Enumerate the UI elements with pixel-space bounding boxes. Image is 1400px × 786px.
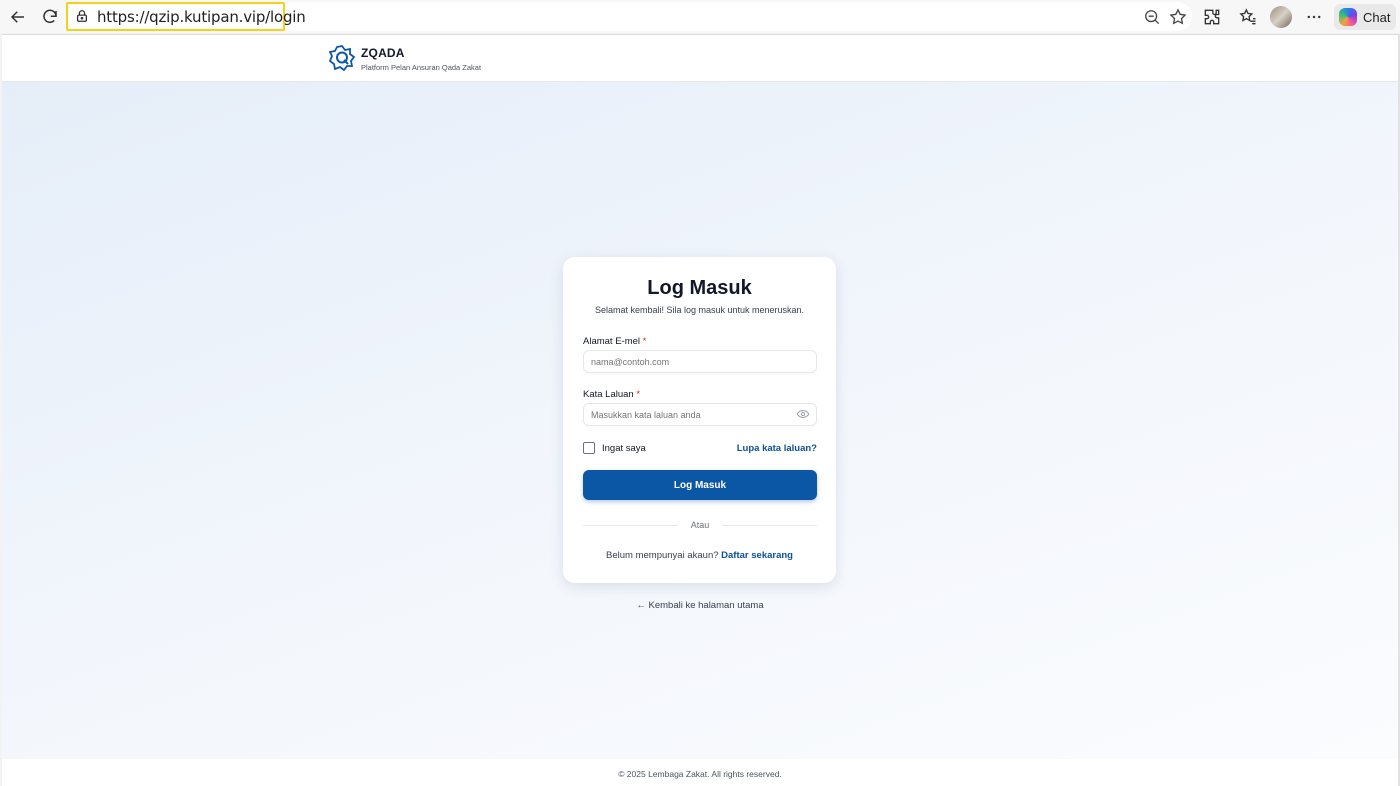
password-label: Kata Laluan * xyxy=(583,389,640,400)
address-bar[interactable]: https://qzip.kutipan.vip/login xyxy=(66,2,1192,31)
copilot-icon xyxy=(1339,8,1357,26)
remember-me-label[interactable]: Ingat saya xyxy=(602,443,646,454)
favorites-button[interactable] xyxy=(1237,6,1259,28)
footer-copyright: © 2025 Lembaga Zakat. All rights reserve… xyxy=(618,769,782,779)
site-header: ZQADA Platform Pelan Ansuran Qada Zakat xyxy=(2,35,1398,82)
signup-prompt: Belum mempunyai akaun? Daftar sekarang xyxy=(563,550,836,561)
chat-label: Chat xyxy=(1363,9,1391,25)
password-input[interactable] xyxy=(583,403,817,426)
extensions-button[interactable] xyxy=(1201,6,1223,28)
page-content: ZQADA Platform Pelan Ansuran Qada Zakat … xyxy=(2,34,1398,786)
favorite-star-icon[interactable] xyxy=(1168,7,1188,27)
forgot-password-link[interactable]: Lupa kata laluan? xyxy=(737,443,817,454)
divider-line-right xyxy=(722,525,817,526)
favorites-list-icon xyxy=(1239,8,1256,25)
login-subtitle: Selamat kembali! Sila log masuk untuk me… xyxy=(594,305,805,315)
password-required-mark: * xyxy=(636,389,641,400)
show-password-eye-icon[interactable] xyxy=(796,407,810,421)
back-to-home-link[interactable]: ← Kembali ke halaman utama xyxy=(2,600,1398,611)
profile-avatar[interactable] xyxy=(1270,6,1292,28)
browser-toolbar: https://qzip.kutipan.vip/login Chat xyxy=(0,0,1400,33)
lock-icon[interactable] xyxy=(75,9,89,23)
login-submit-button[interactable]: Log Masuk xyxy=(583,470,817,500)
remember-me-checkbox[interactable] xyxy=(583,442,595,454)
reload-button[interactable] xyxy=(36,3,64,31)
more-menu-button[interactable] xyxy=(1303,6,1325,28)
email-label: Alamat E-mel * xyxy=(583,336,646,347)
zoom-out-icon[interactable] xyxy=(1142,7,1162,27)
site-footer: © 2025 Lembaga Zakat. All rights reserve… xyxy=(2,759,1398,786)
signup-link[interactable]: Daftar sekarang xyxy=(721,550,793,561)
login-title: Log Masuk xyxy=(647,277,752,299)
brand-tagline: Platform Pelan Ansuran Qada Zakat xyxy=(361,63,482,72)
email-required-mark: * xyxy=(642,336,647,347)
copilot-chat-button[interactable]: Chat xyxy=(1334,4,1396,30)
email-label-text: Alamat E-mel xyxy=(583,336,641,347)
login-card: Log Masuk Selamat kembali! Sila log masu… xyxy=(563,257,836,583)
signup-prompt-text: Belum mempunyai akaun? xyxy=(606,550,719,561)
back-arrow-icon xyxy=(10,11,24,23)
or-divider: Atau xyxy=(583,520,817,530)
back-button[interactable] xyxy=(4,3,32,31)
email-input[interactable] xyxy=(583,350,817,373)
url-text[interactable]: https://qzip.kutipan.vip/login xyxy=(97,8,306,26)
brand-name[interactable]: ZQADA xyxy=(361,46,405,60)
zqada-logo-icon[interactable] xyxy=(329,45,355,71)
reload-icon xyxy=(43,9,57,24)
ellipsis-icon xyxy=(1307,15,1321,19)
password-label-text: Kata Laluan xyxy=(583,389,634,400)
puzzle-icon xyxy=(1204,9,1220,25)
